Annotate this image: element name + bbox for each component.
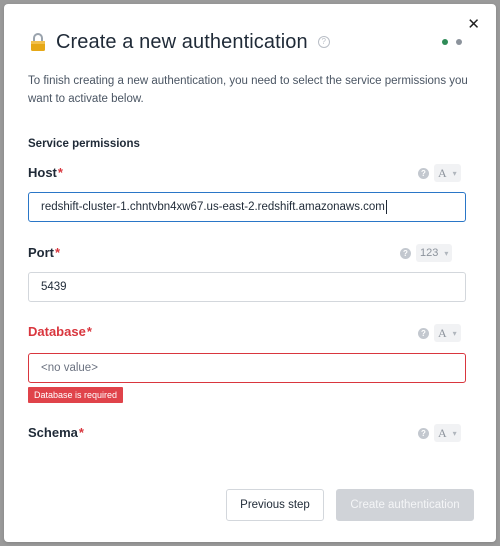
schema-label-text: Schema (28, 425, 78, 440)
chevron-down-icon: ▾ (444, 248, 449, 258)
port-label: Port* (28, 245, 60, 260)
host-label: Host* (28, 165, 63, 180)
database-label-text: Database (28, 324, 86, 339)
modal-title: Create a new authentication (56, 30, 308, 53)
port-input-value: 5439 (41, 281, 67, 293)
database-input-placeholder: <no value> (41, 362, 98, 374)
port-type-select[interactable]: 123 ▾ (416, 244, 453, 262)
modal-header: Create a new authentication ? (28, 28, 330, 56)
step-indicator (442, 39, 462, 45)
host-type-select[interactable]: A ▾ (434, 164, 461, 182)
schema-type-label: A (438, 425, 447, 440)
schema-label: Schema* (28, 425, 84, 440)
step-dot-inactive (456, 39, 462, 45)
required-marker: * (86, 324, 92, 339)
required-marker: * (55, 245, 61, 260)
host-input-value: redshift-cluster-1.chntvbn4xw67.us-east-… (41, 201, 385, 213)
step-dot-active (442, 39, 448, 45)
create-authentication-modal: ✕ Create a new authentication ? To finis… (4, 4, 496, 542)
database-type-label: A (438, 325, 447, 340)
section-title: Service permissions (28, 138, 140, 150)
port-help-icon[interactable]: ? (400, 248, 411, 259)
create-authentication-button[interactable]: Create authentication (336, 489, 474, 521)
database-type-select[interactable]: A ▾ (434, 324, 461, 342)
port-input[interactable]: 5439 (28, 272, 466, 302)
database-error-badge: Database is required (28, 387, 124, 403)
chevron-down-icon: ▾ (452, 328, 457, 338)
help-icon[interactable]: ? (317, 36, 330, 48)
modal-description: To finish creating a new authentication,… (28, 75, 468, 105)
lock-icon (31, 33, 45, 51)
previous-step-button[interactable]: Previous step (226, 489, 324, 521)
chevron-down-icon: ▾ (452, 168, 457, 178)
database-help-icon[interactable]: ? (418, 328, 429, 339)
text-cursor (385, 199, 387, 214)
port-type-label: 123 (420, 247, 439, 259)
port-label-text: Port (28, 245, 54, 260)
close-icon[interactable]: ✕ (467, 17, 480, 32)
required-marker: * (78, 425, 84, 440)
required-marker: * (57, 165, 63, 180)
database-input[interactable]: <no value> (28, 353, 466, 383)
host-type-label: A (438, 165, 447, 180)
schema-help-icon[interactable]: ? (418, 428, 429, 439)
database-label: Database* (28, 324, 92, 339)
host-help-icon[interactable]: ? (418, 168, 429, 179)
host-label-text: Host (28, 165, 57, 180)
schema-type-select[interactable]: A ▾ (434, 424, 461, 442)
host-input[interactable]: redshift-cluster-1.chntvbn4xw67.us-east-… (28, 192, 466, 222)
chevron-down-icon: ▾ (452, 428, 457, 438)
